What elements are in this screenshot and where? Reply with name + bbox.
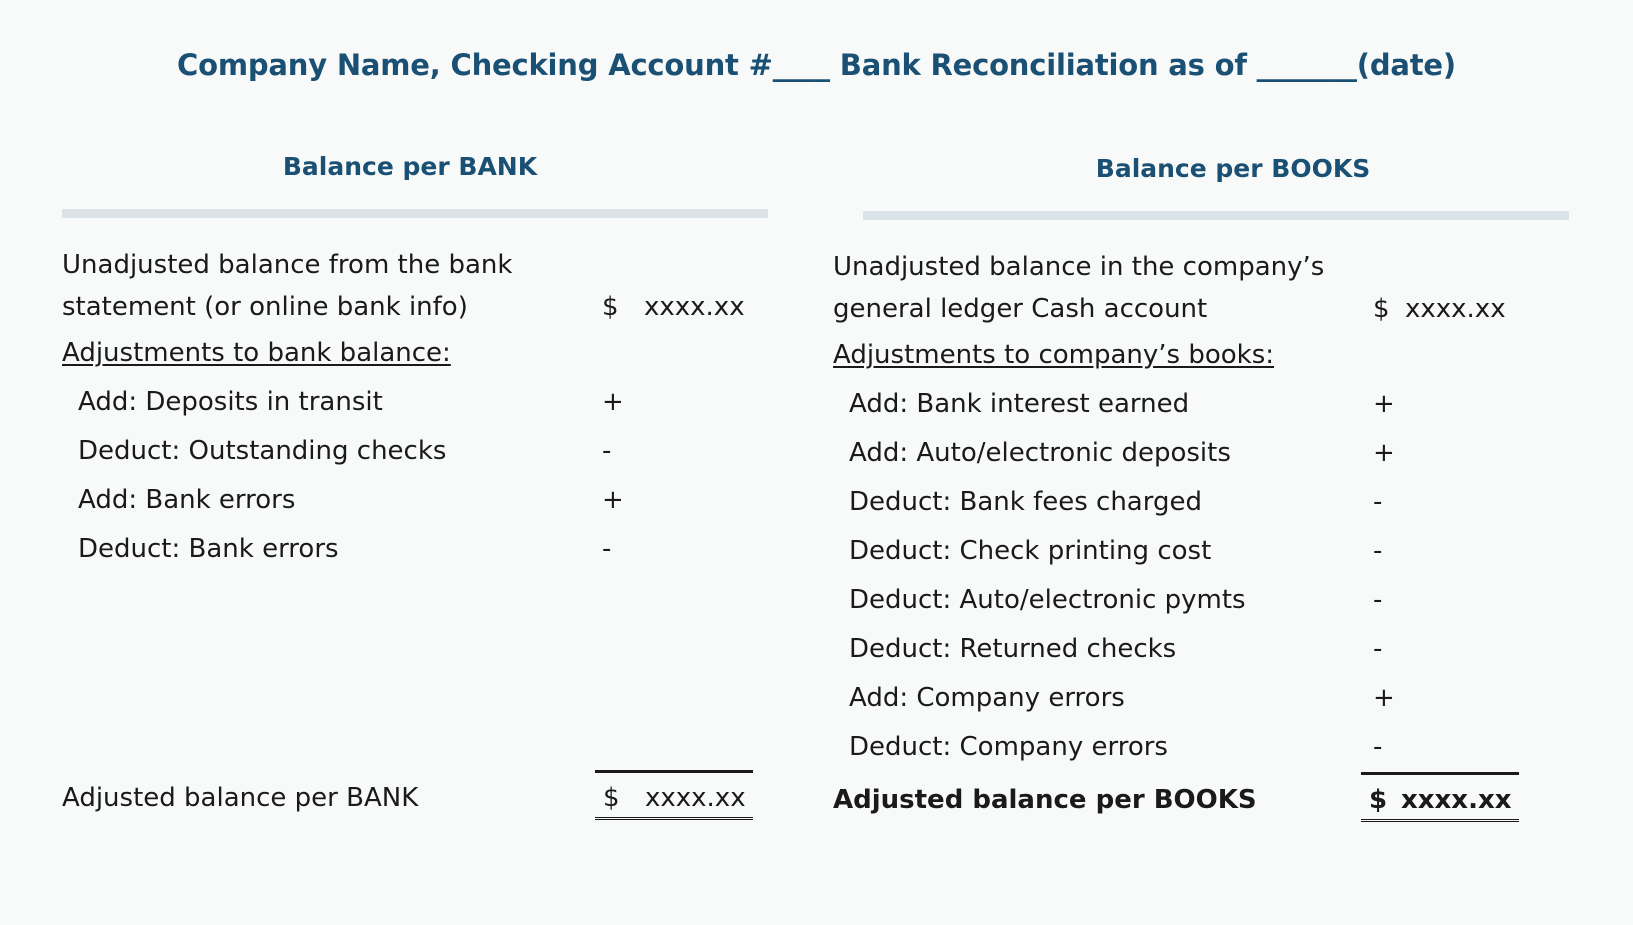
books-adjustment-sign: - <box>1373 585 1383 615</box>
reconciliation-board: Balance per BANK Unadjusted balance from… <box>0 150 1633 828</box>
bank-column: Balance per BANK Unadjusted balance from… <box>0 150 790 826</box>
bank-adjustment-row: Deduct: Bank errors - <box>62 525 790 574</box>
bank-unadjusted-value: xxxx.xx <box>644 292 745 322</box>
books-adjustment-sign: + <box>1373 438 1395 468</box>
books-unadjusted-label-line2: general ledger Cash account <box>833 294 1208 324</box>
books-column: Balance per BOOKS Unadjusted balance in … <box>790 150 1633 828</box>
books-unadjusted-balance-row: Unadjusted balance in the company’s gene… <box>833 246 1633 330</box>
bank-total-label: Adjusted balance per BANK <box>62 783 419 813</box>
books-adjustment-label: Deduct: Returned checks <box>849 634 1177 664</box>
bank-adjustments-heading: Adjustments to bank balance: <box>62 338 451 368</box>
bank-adjustment-label: Deduct: Bank errors <box>78 534 339 564</box>
bank-adjustment-label: Deduct: Outstanding checks <box>78 436 447 466</box>
bank-adjustments-heading-row: Adjustments to bank balance: <box>62 328 790 378</box>
bank-adjustment-label: Add: Bank errors <box>78 485 296 515</box>
bank-rows: Unadjusted balance from the bank stateme… <box>62 244 790 826</box>
books-adjustment-sign: + <box>1373 389 1395 419</box>
books-total-value: xxxx.xx <box>1401 785 1512 815</box>
books-adjustment-row: Deduct: Returned checks - <box>833 625 1633 674</box>
books-total-row: Adjusted balance per BOOKS $ xxxx.xx <box>833 772 1633 828</box>
books-adjustment-row: Add: Company errors + <box>833 674 1633 723</box>
bank-total-currency: $ <box>603 783 620 813</box>
bank-adjustment-row: Deduct: Outstanding checks - <box>62 427 790 476</box>
books-adjustment-label: Add: Auto/electronic deposits <box>849 438 1231 468</box>
bank-unadjusted-label-line1: Unadjusted balance from the bank <box>62 250 513 280</box>
books-adjustment-row: Add: Auto/electronic deposits + <box>833 429 1633 478</box>
books-adjustment-row: Add: Bank interest earned + <box>833 380 1633 429</box>
books-adjustment-label: Deduct: Company errors <box>849 732 1168 762</box>
bank-total-row: Adjusted balance per BANK $ xxxx.xx <box>62 770 790 826</box>
books-adjustments-heading-row: Adjustments to company’s books: <box>833 330 1633 380</box>
bank-adjustment-sign: + <box>602 485 624 515</box>
books-adjustment-label: Deduct: Bank fees charged <box>849 487 1202 517</box>
books-total-label: Adjusted balance per BOOKS <box>833 785 1257 815</box>
books-total-currency: $ <box>1369 785 1388 815</box>
books-column-divider <box>863 211 1569 220</box>
bank-column-spacer <box>62 574 790 770</box>
books-adjustment-sign: - <box>1373 487 1383 517</box>
books-unadjusted-amount: $ xxxx.xx <box>1373 288 1506 330</box>
books-adjustment-label: Add: Bank interest earned <box>849 389 1190 419</box>
bank-column-heading: Balance per BANK <box>282 152 538 181</box>
books-adjustment-row: Deduct: Bank fees charged - <box>833 478 1633 527</box>
bank-adjustment-sign: - <box>602 436 612 466</box>
bank-adjustment-sign: + <box>602 387 624 417</box>
bank-column-divider <box>62 209 768 218</box>
bank-adjustment-label: Add: Deposits in transit <box>78 387 383 417</box>
books-adjustment-label: Deduct: Check printing cost <box>849 536 1212 566</box>
books-unadjusted-currency: $ <box>1373 294 1390 324</box>
books-adjustments-heading: Adjustments to company’s books: <box>833 340 1275 370</box>
bank-unadjusted-balance-row: Unadjusted balance from the bank stateme… <box>62 244 790 328</box>
books-adjustment-row: Deduct: Auto/electronic pymts - <box>833 576 1633 625</box>
books-adjustment-label: Deduct: Auto/electronic pymts <box>849 585 1246 615</box>
bank-total-amount: $ xxxx.xx <box>595 770 753 820</box>
books-adjustment-sign: - <box>1373 634 1383 664</box>
bank-unadjusted-currency: $ <box>602 292 619 322</box>
books-unadjusted-value: xxxx.xx <box>1405 294 1506 324</box>
bank-adjustment-row: Add: Bank errors + <box>62 476 790 525</box>
bank-adjustment-sign: - <box>602 534 612 564</box>
books-rows: Unadjusted balance in the company’s gene… <box>833 246 1633 828</box>
books-adjustment-sign: - <box>1373 732 1383 762</box>
books-adjustment-row: Deduct: Check printing cost - <box>833 527 1633 576</box>
books-adjustment-sign: + <box>1373 683 1395 713</box>
books-adjustment-label: Add: Company errors <box>849 683 1125 713</box>
bank-adjustment-row: Add: Deposits in transit + <box>62 378 790 427</box>
bank-total-value: xxxx.xx <box>645 783 746 813</box>
bank-unadjusted-amount: $ xxxx.xx <box>602 286 745 328</box>
books-adjustment-row: Deduct: Company errors - <box>833 723 1633 772</box>
books-adjustment-sign: - <box>1373 536 1383 566</box>
page-title: Company Name, Checking Account #____ Ban… <box>177 48 1456 82</box>
books-total-amount: $ xxxx.xx <box>1361 772 1519 822</box>
books-unadjusted-label-line1: Unadjusted balance in the company’s <box>833 252 1325 282</box>
books-column-heading: Balance per BOOKS <box>1095 154 1371 183</box>
